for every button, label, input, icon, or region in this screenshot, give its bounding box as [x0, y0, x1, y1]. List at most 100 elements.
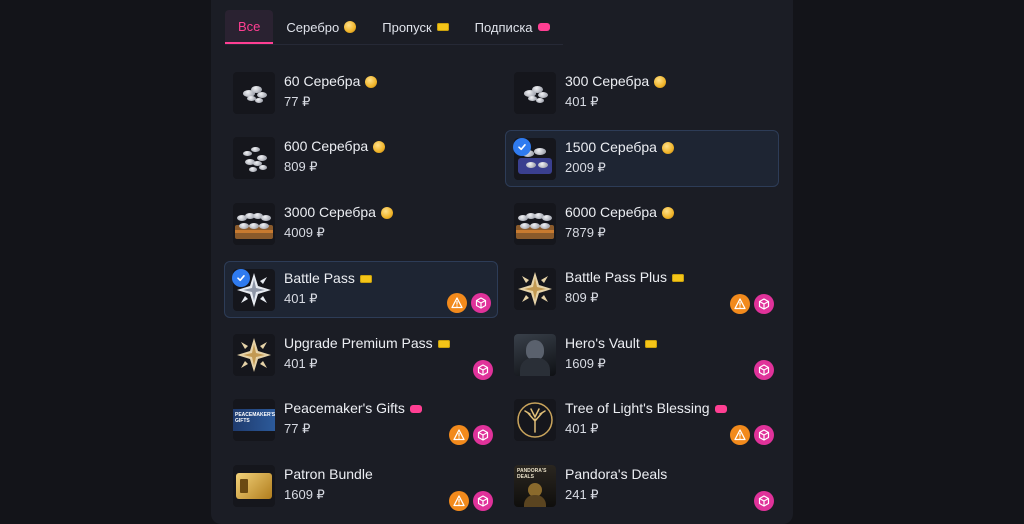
item-name: Tree of Light's Blessing: [565, 400, 727, 416]
item-price: 401 ₽: [284, 356, 318, 371]
gift-box-icon[interactable]: [473, 425, 493, 445]
item-name: Battle Pass Plus: [565, 269, 684, 285]
item-name: 6000 Серебра: [565, 204, 674, 220]
tab-subscription[interactable]: Подписка: [462, 10, 563, 44]
gift-box-icon[interactable]: [754, 294, 774, 314]
tab-subscription-label: Подписка: [474, 19, 533, 35]
gift-box-icon[interactable]: [473, 360, 493, 380]
pandora-thumb-text: PANDORA'S DEALS: [517, 468, 547, 480]
coin-icon: [344, 21, 357, 33]
ticket-icon: [671, 274, 684, 283]
item-price: 401 ₽: [565, 94, 599, 109]
tab-pass-label: Пропуск: [382, 19, 432, 35]
category-tabs: Все Серебро Пропуск Подписка: [225, 10, 563, 45]
peacemaker-thumb-text: PEACEMAKER'S GIFTS: [235, 412, 275, 424]
item-name-text: 3000 Серебра: [284, 204, 376, 220]
item-price: 1609 ₽: [284, 487, 325, 502]
product-item[interactable]: 6000 Серебра 7879 ₽: [506, 196, 780, 253]
gift-box-icon[interactable]: [754, 360, 774, 380]
warning-icon[interactable]: [449, 425, 469, 445]
item-badges: [730, 294, 774, 314]
item-name: 60 Серебра: [284, 73, 378, 89]
item-price: 809 ₽: [565, 290, 599, 305]
subscription-icon: [537, 23, 550, 31]
item-name: Battle Pass: [284, 270, 372, 286]
warning-icon[interactable]: [730, 294, 750, 314]
item-badges: [754, 360, 774, 380]
coin-icon: [661, 142, 674, 155]
gift-box-icon[interactable]: [754, 425, 774, 445]
item-thumbnail: [233, 137, 275, 179]
item-name: Peacemaker's Gifts: [284, 400, 422, 416]
item-thumbnail: [514, 334, 556, 376]
item-name-text: Tree of Light's Blessing: [565, 400, 710, 416]
item-thumbnail: [514, 203, 556, 245]
tab-pass[interactable]: Пропуск: [369, 10, 461, 44]
product-item[interactable]: 600 Серебра 809 ₽: [225, 130, 499, 187]
subscription-icon: [714, 405, 727, 414]
coin-icon: [365, 76, 378, 89]
item-price: 401 ₽: [284, 291, 318, 306]
product-item[interactable]: Battle Pass 401 ₽: [224, 261, 498, 318]
item-name: 3000 Серебра: [284, 204, 393, 220]
store-panel: Все Серебро Пропуск Подписка 60 Серебра 7…: [211, 0, 793, 524]
item-price: 809 ₽: [284, 159, 318, 174]
item-price: 4009 ₽: [284, 225, 325, 240]
product-item[interactable]: 300 Серебра 401 ₽: [506, 65, 780, 122]
tab-all-label: Все: [238, 18, 261, 34]
product-item[interactable]: Battle Pass Plus 809 ₽: [506, 261, 780, 318]
item-thumbnail: [233, 334, 275, 376]
item-price: 77 ₽: [284, 421, 311, 436]
gift-box-icon[interactable]: [473, 491, 493, 511]
item-badges: [754, 491, 774, 511]
item-name: 1500 Серебра: [565, 139, 674, 155]
item-name-text: 300 Серебра: [565, 73, 650, 89]
warning-icon[interactable]: [447, 293, 467, 313]
item-name-text: 60 Серебра: [284, 73, 361, 89]
coin-icon: [373, 141, 386, 154]
warning-icon[interactable]: [449, 491, 469, 511]
coin-icon: [380, 207, 393, 220]
product-item[interactable]: Tree of Light's Blessing 401 ₽: [506, 392, 780, 449]
selected-check-icon: [513, 138, 531, 156]
item-name: Pandora's Deals: [565, 466, 667, 482]
item-thumbnail: [233, 72, 275, 114]
item-thumbnail: [233, 465, 275, 507]
product-item[interactable]: PEACEMAKER'S GIFTS Peacemaker's Gifts 77 ₽: [225, 392, 499, 449]
item-price: 241 ₽: [565, 487, 599, 502]
item-price: 2009 ₽: [565, 160, 606, 175]
item-thumbnail: [514, 72, 556, 114]
product-item[interactable]: Hero's Vault 1609 ₽: [506, 327, 780, 384]
subscription-icon: [409, 405, 422, 414]
item-name: Hero's Vault: [565, 335, 657, 351]
item-name-text: Battle Pass Plus: [565, 269, 667, 285]
item-price: 401 ₽: [565, 421, 599, 436]
product-item[interactable]: 1500 Серебра 2009 ₽: [505, 130, 779, 187]
gift-box-icon[interactable]: [754, 491, 774, 511]
ticket-icon: [437, 340, 450, 349]
product-item[interactable]: Patron Bundle 1609 ₽: [225, 458, 499, 515]
item-name-text: Hero's Vault: [565, 335, 640, 351]
item-name-text: Patron Bundle: [284, 466, 373, 482]
tab-silver[interactable]: Серебро: [273, 10, 369, 44]
tab-silver-label: Серебро: [286, 19, 340, 35]
ticket-icon: [359, 275, 372, 284]
item-name: Upgrade Premium Pass: [284, 335, 450, 351]
gift-box-icon[interactable]: [471, 293, 491, 313]
product-item[interactable]: Upgrade Premium Pass 401 ₽: [225, 327, 499, 384]
product-item[interactable]: 60 Серебра 77 ₽: [225, 65, 499, 122]
item-thumbnail: [514, 399, 556, 441]
item-badges: [447, 293, 491, 313]
warning-icon[interactable]: [730, 425, 750, 445]
tab-all[interactable]: Все: [225, 10, 274, 44]
item-name-text: 1500 Серебра: [565, 139, 657, 155]
item-price: 1609 ₽: [565, 356, 606, 371]
item-name: 600 Серебра: [284, 138, 386, 154]
item-name-text: 600 Серебра: [284, 138, 369, 154]
item-badges: [473, 360, 493, 380]
item-name: 300 Серебра: [565, 73, 667, 89]
item-thumbnail: PEACEMAKER'S GIFTS: [233, 399, 275, 441]
product-item[interactable]: PANDORA'S DEALS Pandora's Deals 241 ₽: [506, 458, 780, 515]
product-item[interactable]: 3000 Серебра 4009 ₽: [225, 196, 499, 253]
item-name-text: 6000 Серебра: [565, 204, 657, 220]
